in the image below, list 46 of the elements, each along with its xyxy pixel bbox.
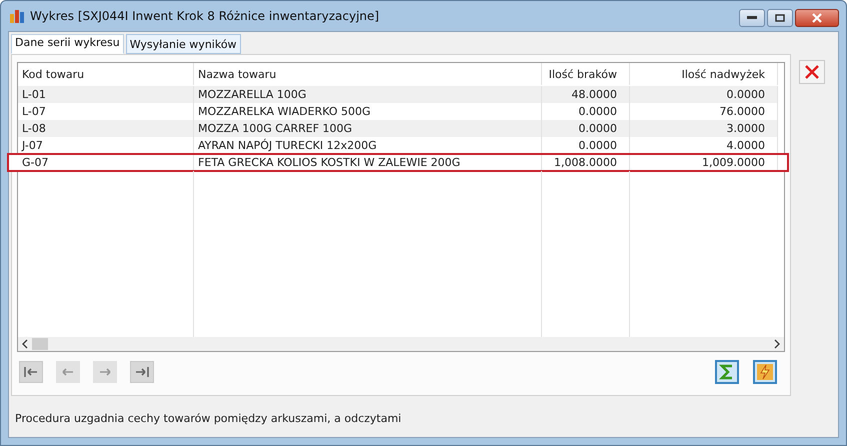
maximize-icon xyxy=(775,14,785,22)
table-cell: 1,008.0000 xyxy=(542,154,630,171)
maximize-button[interactable] xyxy=(767,9,793,27)
table-cell: FETA GRECKA KOLIOS KOSTKI W ZALEWIE 200G xyxy=(194,154,542,171)
first-record-button[interactable] xyxy=(19,361,43,383)
table-cell: MOZZARELLA 100G xyxy=(194,86,542,103)
table-cell: 48.0000 xyxy=(542,86,630,103)
table-cell: L-08 xyxy=(18,120,194,137)
arrow-to-bar-icon xyxy=(23,366,39,378)
window-title: Wykres [SXJ044I Inwent Krok 8 Różnice inwentaryzacyjne] xyxy=(30,9,380,23)
table-cell: 3.0000 xyxy=(630,120,778,137)
table-cell: 1,009.0000 xyxy=(630,154,778,171)
scroll-left-icon[interactable] xyxy=(21,339,29,349)
tab[interactable]: Wysyłanie wyników xyxy=(126,34,241,54)
column-header[interactable]: Nazwa towaru xyxy=(194,63,542,85)
minimize-icon xyxy=(747,16,757,20)
table-cell: G-07 xyxy=(18,154,194,171)
table-cell: 0.0000 xyxy=(542,120,630,137)
table-row[interactable]: L-08 MOZZA 100G CARREF 100G 0.0000 3.0000 xyxy=(18,120,778,137)
scroll-right-icon[interactable] xyxy=(773,339,781,349)
lightning-icon xyxy=(756,363,774,381)
last-record-button[interactable] xyxy=(130,361,154,383)
scrollbar-thumb[interactable] xyxy=(32,338,48,350)
column-header[interactable]: Ilość braków xyxy=(542,63,630,85)
arrow-icon xyxy=(60,366,76,378)
table-cell: L-01 xyxy=(18,86,194,103)
column-header[interactable]: Ilość nadwyżek xyxy=(630,63,778,85)
sum-button[interactable] xyxy=(715,360,739,384)
tab[interactable]: Dane serii wykresu xyxy=(11,34,124,54)
minimize-button[interactable] xyxy=(739,9,765,27)
lightning-button[interactable] xyxy=(753,360,777,384)
table-cell: MOZZA 100G CARREF 100G xyxy=(194,120,542,137)
status-text: Procedura uzgadnia cechy towarów pomiędzy arkuszami, a odczytami xyxy=(14,411,402,425)
sigma-icon xyxy=(719,364,735,380)
table-row[interactable]: G-07 FETA GRECKA KOLIOS KOSTKI W ZALEWIE 200G 1,008.0000 1,009.0000 xyxy=(8,154,788,171)
close-button[interactable] xyxy=(795,9,839,27)
horizontal-scrollbar[interactable] xyxy=(18,337,784,351)
arrow-to-bar-icon xyxy=(134,366,150,378)
table-cell: 0.0000 xyxy=(630,86,778,103)
delete-button[interactable] xyxy=(799,60,825,84)
close-icon xyxy=(812,13,822,23)
column-header[interactable]: Kod towaru xyxy=(18,63,194,85)
table-row[interactable]: L-01 MOZZARELLA 100G 48.0000 0.0000 xyxy=(18,86,778,103)
arrow-icon xyxy=(97,366,113,378)
bar-chart-icon xyxy=(9,8,25,24)
close-icon xyxy=(804,64,820,80)
